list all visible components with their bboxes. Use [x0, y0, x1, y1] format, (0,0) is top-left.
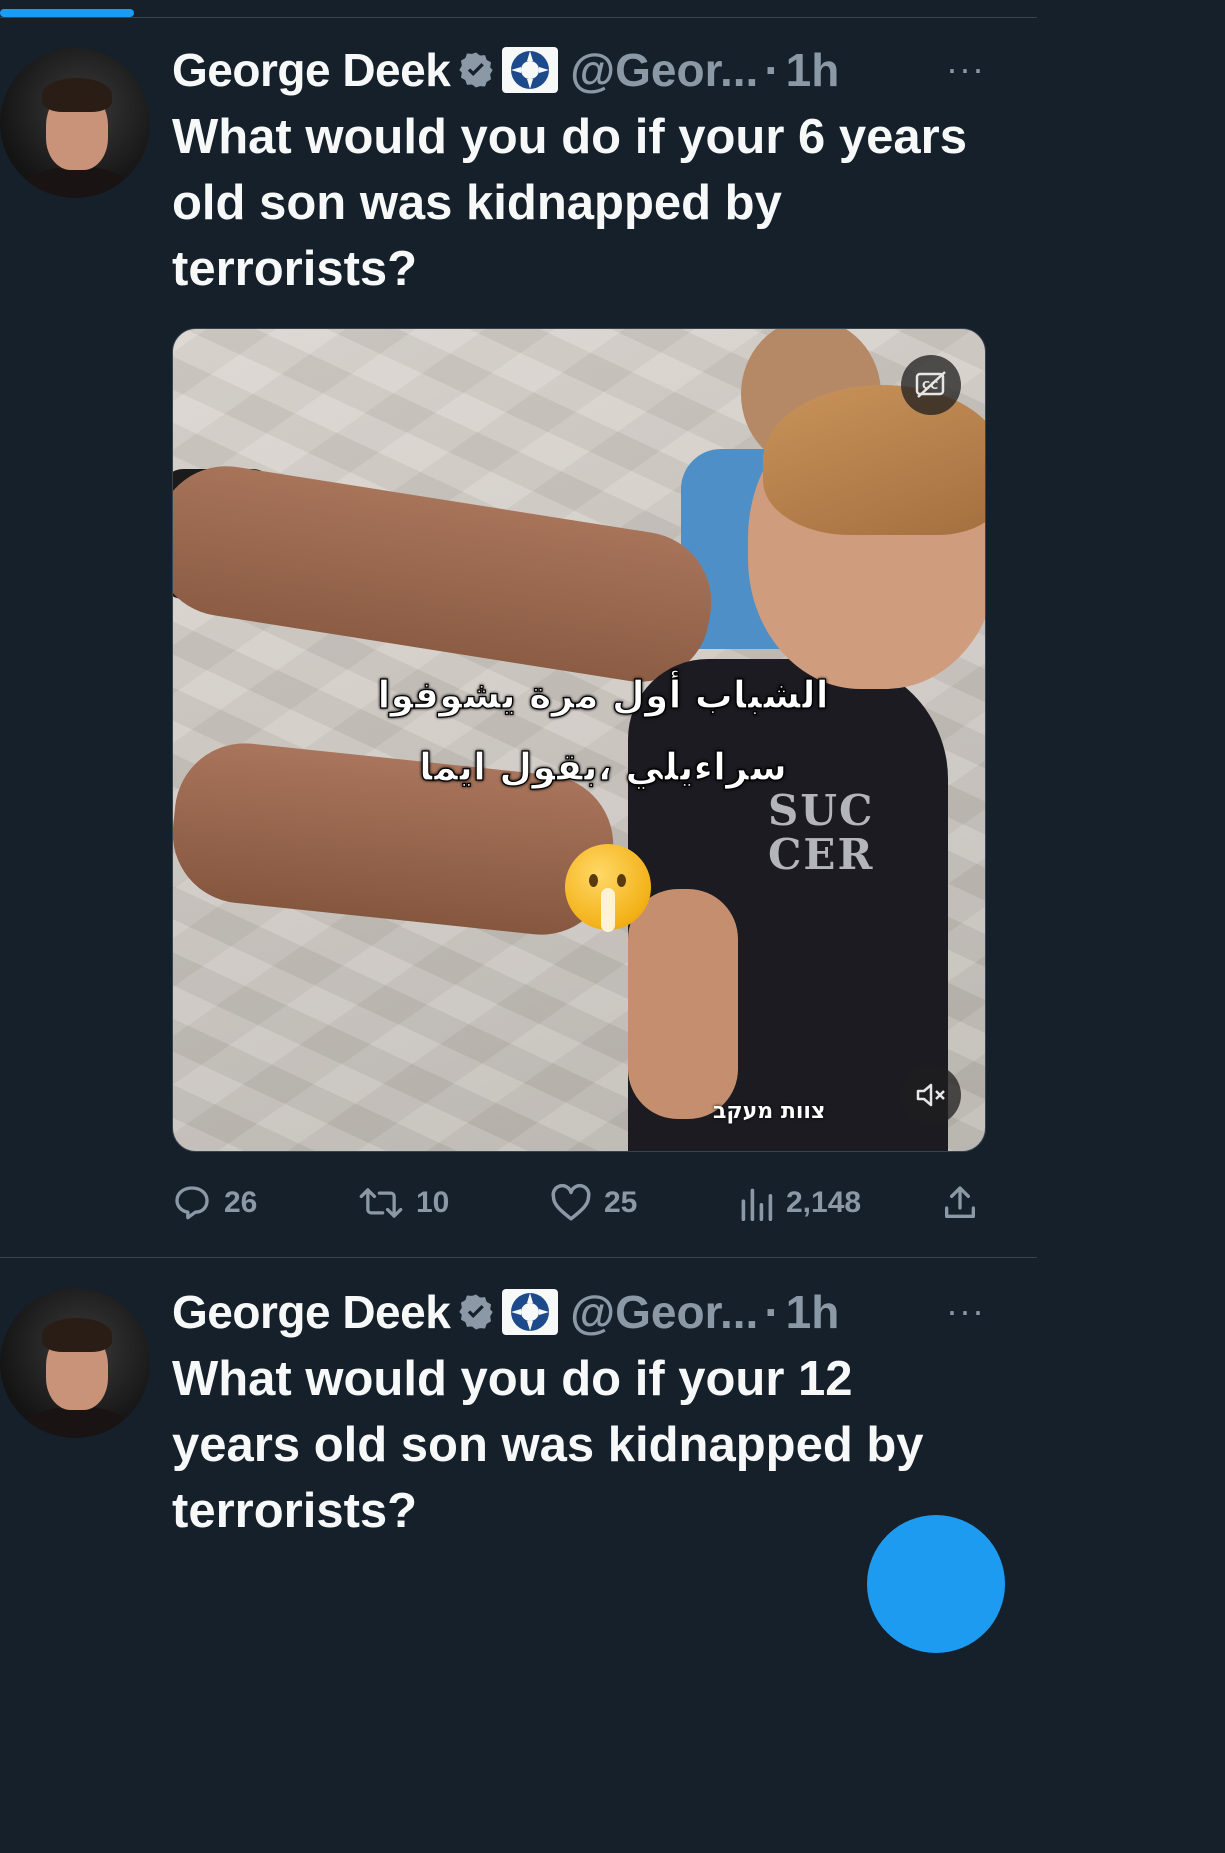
video-watermark: צוות מעקב	[713, 1099, 826, 1124]
author-name[interactable]: George Deek	[172, 1285, 451, 1339]
verified-badge-icon[interactable]	[456, 1292, 496, 1332]
tweet-header: George Deek @Geor... · 1h	[172, 1282, 839, 1342]
compose-tweet-button[interactable]	[867, 1515, 1005, 1653]
volume-muted-icon[interactable]	[901, 1065, 961, 1125]
heart-icon	[551, 1183, 591, 1221]
header-separator: ·	[764, 44, 780, 96]
video-player[interactable]: SUC CER الشباب أول مرة يشوفوا سراءيلي ،ب…	[172, 328, 986, 1152]
views-icon	[741, 1188, 773, 1221]
tweet-header: George Deek @Geor... · 1h	[172, 40, 839, 100]
affiliation-badge-icon[interactable]	[502, 47, 559, 93]
tweet-actions: 26 10 25 2,148	[172, 1178, 992, 1228]
tweet-text: What would you do if your 6 years old so…	[172, 110, 967, 296]
author-handle[interactable]: @Geor...	[570, 1285, 758, 1339]
share-button[interactable]	[940, 1178, 992, 1228]
author-name[interactable]: George Deek	[172, 43, 451, 97]
captions-icon[interactable]: CC	[901, 355, 961, 415]
loading-progress-bar	[0, 9, 134, 17]
avatar[interactable]	[0, 1288, 150, 1438]
header-separator: ·	[764, 1286, 780, 1338]
retweet-button[interactable]: 10	[358, 1178, 449, 1228]
video-caption: الشباب أول مرة يشوفوا سراءيلي ،بقول ايما	[323, 659, 883, 803]
tweet[interactable]: George Deek @Geor... · 1h ··· What would…	[0, 18, 1037, 1258]
retweet-count: 10	[416, 1186, 450, 1219]
more-options-icon[interactable]: ···	[946, 48, 985, 90]
tweet-timestamp[interactable]: 1h	[786, 43, 840, 97]
video-caption-line-2: سراءيلي ،بقول ايما	[418, 744, 788, 789]
avatar[interactable]	[0, 48, 150, 198]
reply-count: 26	[224, 1186, 258, 1219]
tweet-text: What would you do if your 12 years old s…	[172, 1352, 924, 1538]
affiliation-badge-icon[interactable]	[502, 1289, 559, 1335]
view-count: 2,148	[786, 1186, 862, 1219]
verified-badge-icon[interactable]	[456, 50, 496, 90]
author-handle[interactable]: @Geor...	[570, 43, 758, 97]
share-icon	[945, 1186, 975, 1218]
views-button[interactable]: 2,148	[738, 1178, 861, 1228]
tweet-timestamp[interactable]: 1h	[786, 1285, 840, 1339]
like-button[interactable]: 25	[550, 1178, 637, 1228]
shushing-face-emoji	[565, 844, 651, 932]
like-count: 25	[604, 1186, 638, 1219]
loading-progress-track	[0, 0, 1037, 18]
retweet-icon	[359, 1188, 403, 1218]
reply-button[interactable]: 26	[172, 1178, 257, 1228]
tweet[interactable]: George Deek @Geor... · 1h ··· What would…	[0, 1258, 1037, 1568]
more-options-icon[interactable]: ···	[946, 1290, 985, 1332]
reply-icon	[175, 1186, 209, 1220]
video-caption-line-1: الشباب أول مرة يشوفوا	[377, 672, 830, 717]
